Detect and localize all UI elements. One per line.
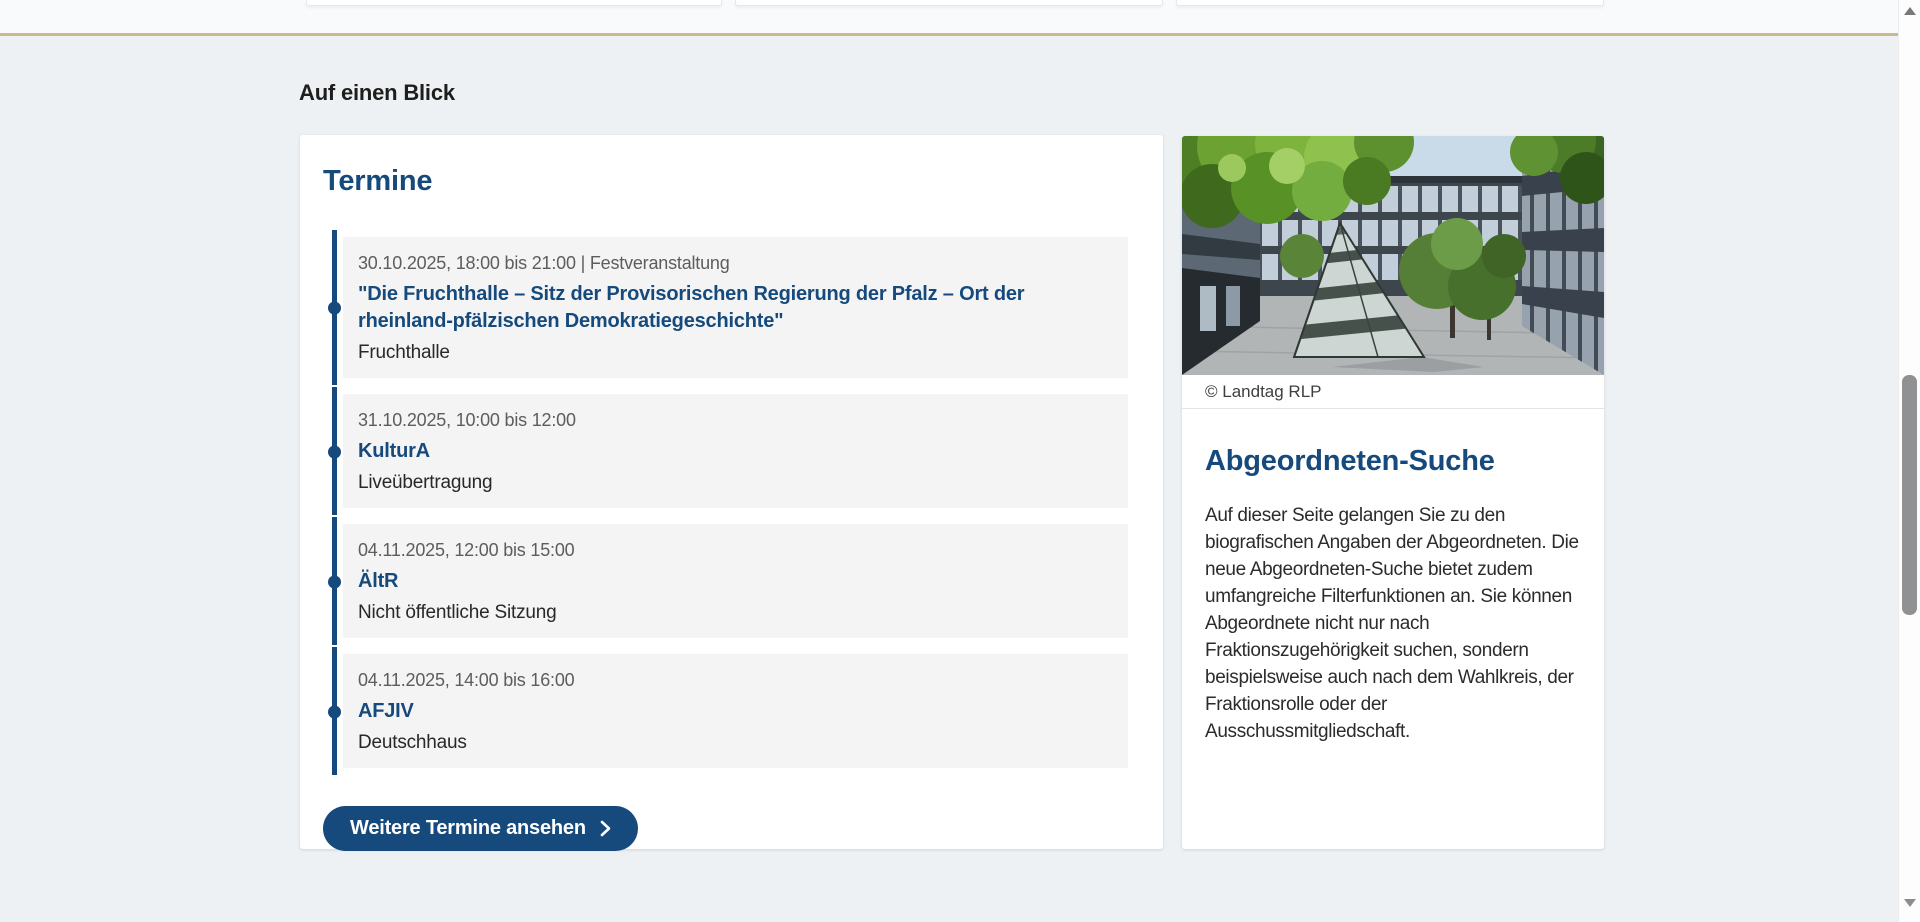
weitere-termine-label: Weitere Termine ansehen <box>350 817 586 840</box>
event-date: 31.10.2025, 10:00 bis 12:00 <box>358 409 1108 431</box>
event-date: 04.11.2025, 12:00 bis 15:00 <box>358 539 1108 561</box>
event-title-link[interactable]: KulturA <box>358 438 1108 465</box>
event-date: 04.11.2025, 14:00 bis 16:00 <box>358 669 1108 691</box>
timeline-dot-icon <box>328 575 341 588</box>
landtag-building-photo[interactable] <box>1182 136 1604 375</box>
card-stub <box>306 0 722 6</box>
event-date: 30.10.2025, 18:00 bis 21:00 | Festverans… <box>358 252 1108 274</box>
abgeordneten-suche-description: Auf dieser Seite gelangen Sie zu den bio… <box>1205 502 1582 745</box>
event-title-link[interactable]: ÄltR <box>358 568 1108 595</box>
timeline-dot-icon <box>328 445 341 458</box>
card-stub <box>1176 0 1604 6</box>
event-panel[interactable]: 30.10.2025, 18:00 bis 21:00 | Festverans… <box>343 237 1128 378</box>
event-location: Deutschhaus <box>358 732 1108 754</box>
event-item: 31.10.2025, 10:00 bis 12:00 KulturA Live… <box>332 394 1128 508</box>
photo-caption: © Landtag RLP <box>1182 375 1604 409</box>
event-panel[interactable]: 31.10.2025, 10:00 bis 12:00 KulturA Live… <box>343 394 1128 508</box>
event-location: Nicht öffentliche Sitzung <box>358 602 1108 624</box>
card-stub <box>735 0 1163 6</box>
event-list: 30.10.2025, 18:00 bis 21:00 | Festverans… <box>332 237 1128 768</box>
top-strip <box>0 0 1920 33</box>
event-panel[interactable]: 04.11.2025, 14:00 bis 16:00 AFJIV Deutsc… <box>343 654 1128 768</box>
section-title: Auf einen Blick <box>299 80 455 106</box>
abgeordneten-suche-title-link[interactable]: Abgeordneten-Suche <box>1205 444 1582 478</box>
termine-card: Termine 30.10.2025, 18:00 bis 21:00 | Fe… <box>300 135 1163 849</box>
event-location: Fruchthalle <box>358 342 1108 364</box>
abgeordneten-suche-card: © Landtag RLP Abgeordneten-Suche Auf die… <box>1182 136 1604 849</box>
termine-card-title: Termine <box>323 164 1128 199</box>
scroll-down-arrow-icon[interactable] <box>1904 899 1916 907</box>
event-panel[interactable]: 04.11.2025, 12:00 bis 15:00 ÄltR Nicht ö… <box>343 524 1128 638</box>
scroll-up-arrow-icon[interactable] <box>1904 7 1916 15</box>
weitere-termine-button[interactable]: Weitere Termine ansehen <box>323 806 638 851</box>
event-item: 30.10.2025, 18:00 bis 21:00 | Festverans… <box>332 237 1128 378</box>
event-item: 04.11.2025, 14:00 bis 16:00 AFJIV Deutsc… <box>332 654 1128 768</box>
timeline-dot-icon <box>328 302 341 315</box>
timeline-dot-icon <box>328 705 341 718</box>
scrollbar[interactable] <box>1898 0 1920 922</box>
gold-divider <box>0 33 1920 36</box>
event-location: Liveübertragung <box>358 472 1108 494</box>
event-title-link[interactable]: AFJIV <box>358 698 1108 725</box>
event-title-link[interactable]: "Die Fruchthalle – Sitz der Provisorisch… <box>358 281 1108 335</box>
chevron-right-icon <box>600 820 611 837</box>
event-item: 04.11.2025, 12:00 bis 15:00 ÄltR Nicht ö… <box>332 524 1128 638</box>
page: Auf einen Blick Termine 30.10.2025, 18:0… <box>0 0 1920 922</box>
scrollbar-thumb[interactable] <box>1902 375 1917 615</box>
